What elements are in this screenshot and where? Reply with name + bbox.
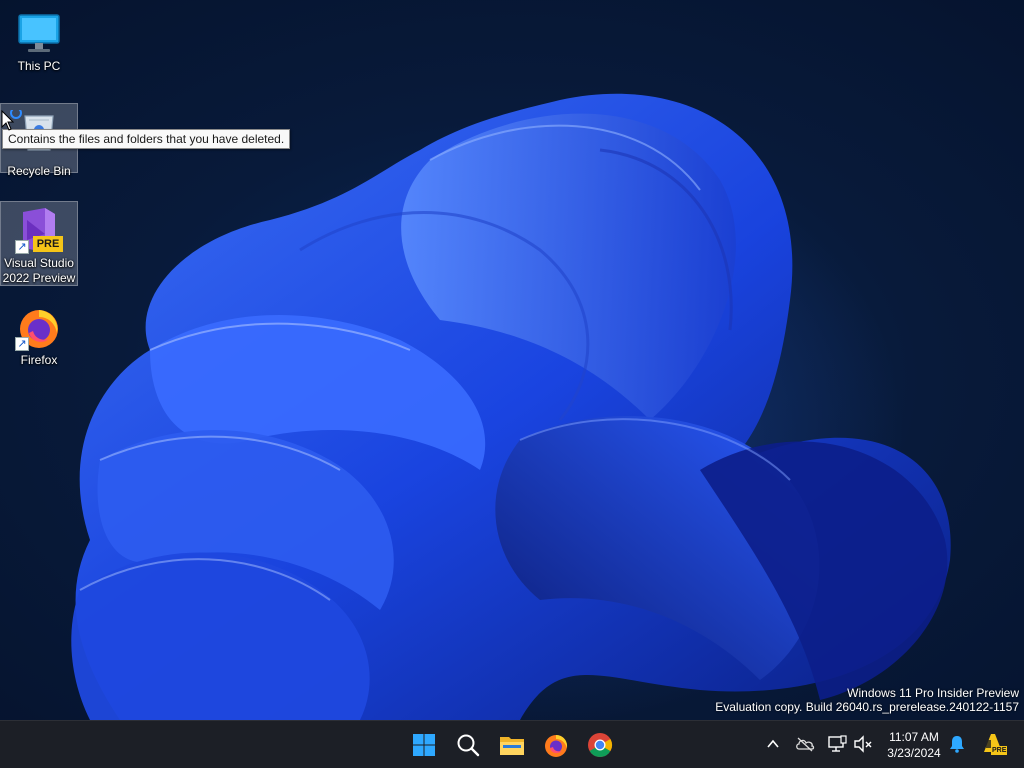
taskbar: 11:07 AM 3/23/2024 PRE [0,720,1024,768]
wallpaper-bloom [71,93,951,720]
chrome-icon [588,733,613,758]
show-hidden-icons-button[interactable] [762,733,784,755]
pre-badge: PRE [33,236,63,252]
desktop-icon-label: Recycle Bin [7,164,71,178]
network-button[interactable] [826,733,848,755]
onedrive-off-icon [796,737,815,752]
firefox-icon: ↗ [15,303,63,351]
recycle-bin-tooltip: Contains the files and folders that you … [2,129,291,149]
notifications-button[interactable] [946,733,968,755]
volume-button[interactable] [852,733,874,755]
chrome-taskbar-button[interactable] [580,725,620,765]
network-icon [828,735,847,752]
desktop-icon-label: Visual Studio 2022 Preview [2,256,76,285]
desktop-icon-firefox[interactable]: ↗ Firefox [0,298,78,370]
search-icon [457,734,480,757]
shortcut-arrow-icon: ↗ [15,337,29,351]
volume-muted-icon [854,735,872,753]
onedrive-button[interactable] [794,733,816,755]
insider-pre-badge: PRE [991,746,1008,755]
desktop-icon-visual-studio[interactable]: PRE ↗ Visual Studio 2022 Preview [0,201,78,286]
windows-watermark: Windows 11 Pro Insider Preview Evaluatio… [715,686,1019,714]
monitor-icon [15,9,63,57]
taskbar-clock[interactable]: 11:07 AM 3/23/2024 [878,729,950,761]
desktop[interactable]: This PC Recycle Bin PRE ↗ Visual Studio … [0,0,1024,720]
watermark-build: Evaluation copy. Build 26040.rs_prerelea… [715,700,1019,714]
clock-date: 3/23/2024 [887,746,941,760]
chevron-up-icon [767,739,779,748]
file-explorer-button[interactable] [492,725,532,765]
visual-studio-icon: PRE ↗ [15,206,63,254]
watermark-edition: Windows 11 Pro Insider Preview [847,686,1019,700]
file-explorer-icon [500,737,524,755]
bell-icon [950,736,964,753]
mouse-cursor-busy-icon [1,110,22,131]
search-button[interactable] [448,725,488,765]
desktop-icon-label: Firefox [20,353,58,367]
desktop-icon-this-pc[interactable]: This PC [0,4,78,78]
start-button[interactable] [404,725,444,765]
desktop-icon-label: This PC [17,59,61,73]
firefox-taskbar-button[interactable] [536,725,576,765]
firefox-icon [545,735,568,757]
clock-time: 11:07 AM [889,730,939,744]
insider-preview-button[interactable]: PRE [980,733,1008,755]
windows-start-icon [413,734,435,756]
shortcut-arrow-icon: ↗ [15,240,29,254]
